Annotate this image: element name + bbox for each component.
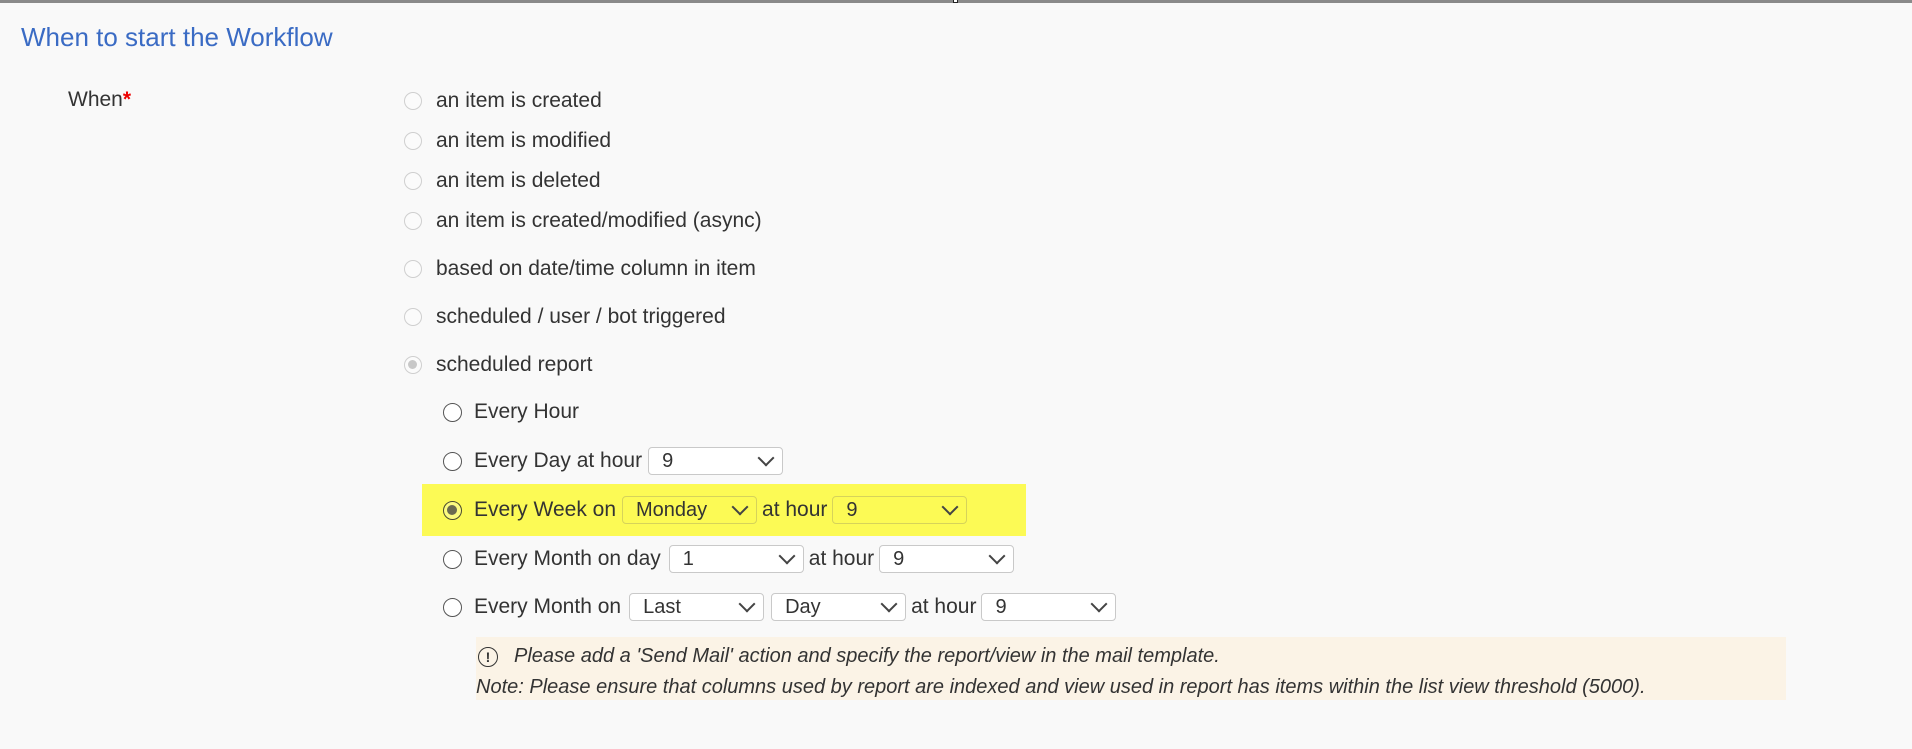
chevron-down-icon <box>941 498 959 516</box>
note-text-2: Note: Please ensure that columns used by… <box>476 676 1646 698</box>
option-label: scheduled report <box>436 353 593 376</box>
at-hour-label: at hour <box>808 547 875 570</box>
every-hour-label: Every Hour <box>474 400 580 423</box>
option-label: an item is created/modified (async) <box>436 209 762 232</box>
radio-every-month-on[interactable] <box>443 597 462 617</box>
option-label: scheduled / user / bot triggered <box>436 305 726 328</box>
option-label: an item is created <box>436 89 602 112</box>
select-value: Last <box>643 595 681 618</box>
every-month-day-label: Every Month on day <box>474 547 661 570</box>
option-date-time-column[interactable]: based on date/time column in item <box>404 255 756 283</box>
chevron-down-icon <box>880 595 898 613</box>
note-line-2: Note: Please ensure that columns used by… <box>476 672 1786 703</box>
at-hour-label: at hour <box>762 498 828 521</box>
radio-every-month-day[interactable] <box>443 549 462 569</box>
radio-async[interactable] <box>404 212 422 230</box>
radio-scheduled-user-bot[interactable] <box>404 308 422 326</box>
note-line-1: ! Please add a 'Send Mail' action and sp… <box>476 641 1786 672</box>
chevron-down-icon <box>988 547 1006 565</box>
radio-date-time-column[interactable] <box>404 260 422 278</box>
option-label: an item is deleted <box>436 169 601 192</box>
radio-scheduled-report[interactable] <box>404 356 422 374</box>
every-month-day-hour-select[interactable]: 9 <box>879 545 1015 573</box>
radio-item-deleted[interactable] <box>404 172 422 190</box>
every-month-weekday-select[interactable]: Day <box>771 593 907 621</box>
required-marker: * <box>122 88 132 111</box>
select-value: 9 <box>893 547 905 570</box>
option-label: an item is modified <box>436 129 612 152</box>
radio-every-day[interactable] <box>443 451 462 471</box>
when-label-text: When <box>68 88 123 111</box>
report-note-box: ! Please add a 'Send Mail' action and sp… <box>476 637 1786 700</box>
schedule-every-month-day[interactable]: Every Month on day 1 at hour 9 <box>443 543 1019 575</box>
schedule-every-day[interactable]: Every Day at hour 9 <box>443 445 788 477</box>
every-day-hour-select[interactable]: 9 <box>648 447 784 475</box>
option-item-modified[interactable]: an item is modified <box>404 127 611 155</box>
every-month-day-select[interactable]: 1 <box>668 545 804 573</box>
top-border <box>0 0 1912 3</box>
exclamation-circle-icon: ! <box>478 646 498 667</box>
radio-every-hour[interactable] <box>443 402 462 422</box>
select-value: Monday <box>636 498 708 521</box>
select-value: 9 <box>662 449 674 472</box>
every-month-ordinal-select[interactable]: Last <box>629 593 765 621</box>
chevron-down-icon <box>1090 595 1108 613</box>
schedule-every-week[interactable]: Every Week on Monday at hour 9 <box>443 494 972 526</box>
select-value: 9 <box>995 595 1007 618</box>
select-value: 1 <box>682 547 694 570</box>
every-day-label: Every Day at hour <box>474 449 643 472</box>
at-hour-label: at hour <box>911 595 977 618</box>
option-scheduled-user-bot[interactable]: scheduled / user / bot triggered <box>404 303 726 331</box>
radio-item-modified[interactable] <box>404 132 422 150</box>
note-text-1: Please add a 'Send Mail' action and spec… <box>514 645 1220 667</box>
select-value: Day <box>785 595 821 618</box>
every-month-on-label: Every Month on <box>474 595 622 618</box>
chevron-down-icon <box>731 498 749 516</box>
every-month-on-hour-select[interactable]: 9 <box>981 593 1117 621</box>
option-label: based on date/time column in item <box>436 257 756 280</box>
radio-item-created[interactable] <box>404 92 422 110</box>
schedule-every-month-on[interactable]: Every Month on Last Day at hour 9 <box>443 591 1121 623</box>
chevron-down-icon <box>738 595 756 613</box>
chevron-down-icon <box>778 547 796 565</box>
resize-handle[interactable] <box>953 0 958 3</box>
every-week-hour-select[interactable]: 9 <box>832 496 968 524</box>
every-week-day-select[interactable]: Monday <box>622 496 758 524</box>
when-label: When* <box>68 88 131 112</box>
option-item-created-modified-async[interactable]: an item is created/modified (async) <box>404 207 762 235</box>
option-scheduled-report[interactable]: scheduled report <box>404 351 592 379</box>
section-title: When to start the Workflow <box>21 22 333 52</box>
schedule-every-hour[interactable]: Every Hour <box>443 396 579 428</box>
radio-every-week[interactable] <box>443 500 462 520</box>
select-value: 9 <box>846 498 858 521</box>
every-week-label: Every Week on <box>474 498 617 521</box>
chevron-down-icon <box>757 449 775 467</box>
option-item-created[interactable]: an item is created <box>404 87 602 115</box>
option-item-deleted[interactable]: an item is deleted <box>404 167 601 195</box>
